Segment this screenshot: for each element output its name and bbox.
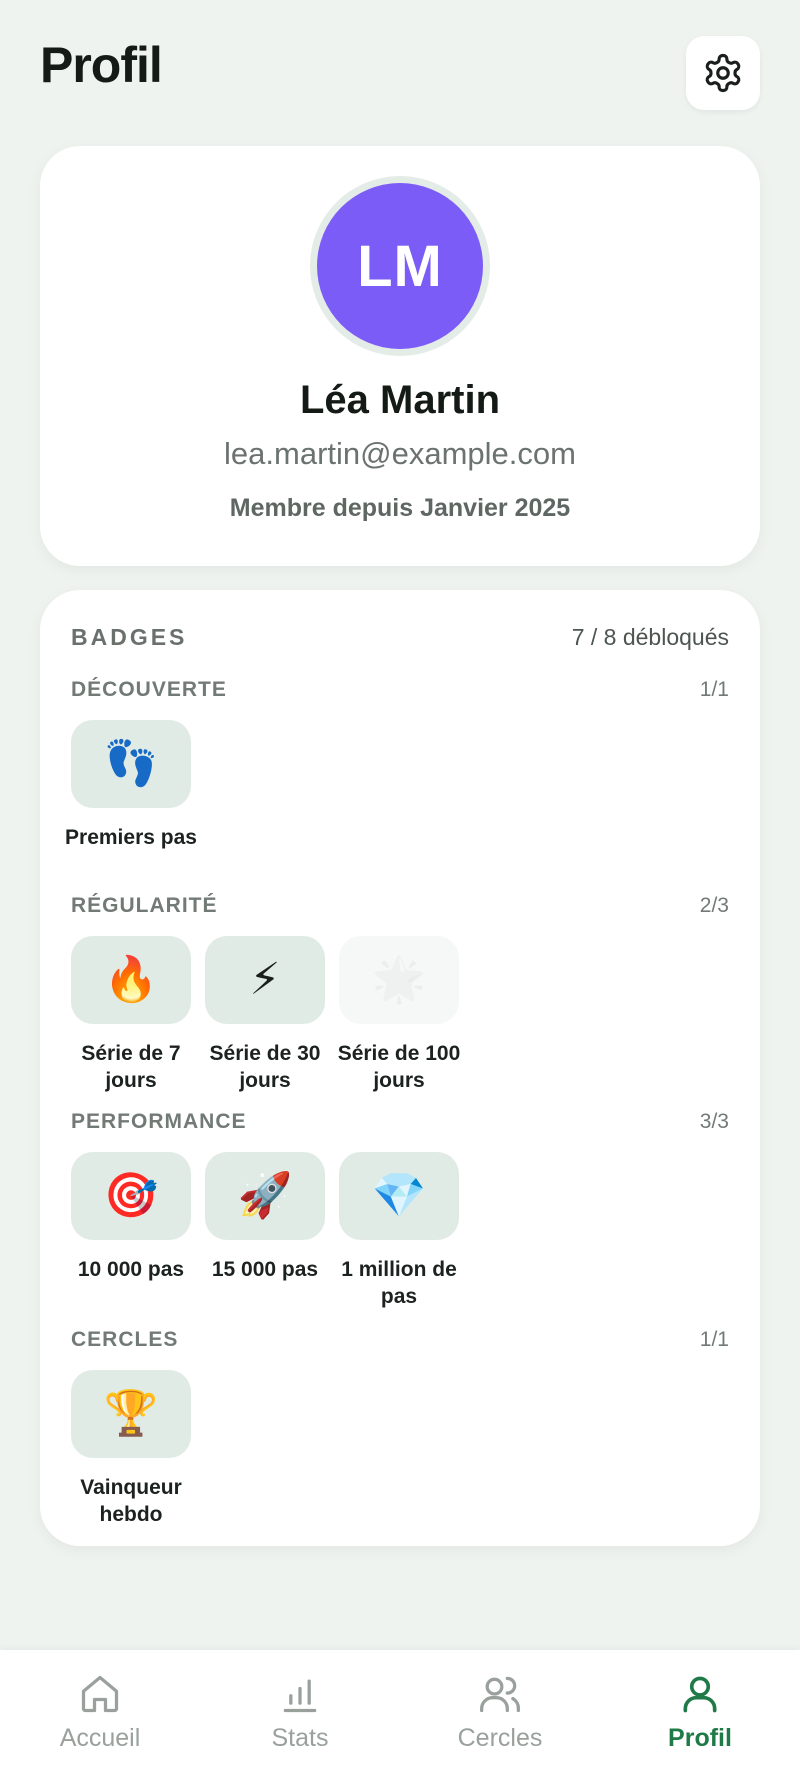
- gear-icon: [705, 53, 741, 93]
- page-title: Profil: [40, 37, 163, 93]
- profile-card: LM Léa Martin lea.martin@example.com Mem…: [40, 146, 760, 566]
- lightning-icon: ⚡: [249, 955, 281, 1004]
- avatar: LM: [317, 183, 483, 349]
- badges-card: BADGES 7 / 8 débloqués DÉCOUVERTE 1/1 👣 …: [40, 590, 760, 1546]
- diamond-icon: 💎: [371, 1171, 427, 1220]
- nav-item-profil[interactable]: Profil: [600, 1672, 800, 1753]
- nav-label: Accueil: [59, 1724, 141, 1752]
- badge-vainqueur-hebdo[interactable]: 🏆 Vainqueur hebdo: [71, 1370, 191, 1528]
- section-count: 2/3: [699, 894, 729, 917]
- badge-label: Série de 30 jours: [209, 1042, 321, 1092]
- rocket-icon: 🚀: [237, 1171, 293, 1220]
- badge-label: Vainqueur hebdo: [80, 1476, 182, 1526]
- badge-label: 15 000 pas: [211, 1258, 319, 1281]
- nav-item-stats[interactable]: Stats: [200, 1672, 400, 1753]
- section-title: RÉGULARITÉ: [71, 894, 218, 917]
- badge-serie-7-jours[interactable]: 🔥 Série de 7 jours: [71, 936, 191, 1094]
- badge-section-performance: PERFORMANCE 3/3 🎯 10 000 pas 🚀 15 000 pa…: [71, 1110, 729, 1308]
- avatar-ring: LM: [310, 176, 490, 356]
- users-icon: [480, 1676, 520, 1713]
- section-title: CERCLES: [71, 1328, 179, 1351]
- section-title: DÉCOUVERTE: [71, 678, 227, 701]
- user-name: Léa Martin: [299, 378, 501, 422]
- fire-icon: 🔥: [103, 955, 159, 1004]
- badges-count: 7 / 8 débloqués: [571, 624, 729, 650]
- member-since: Membre depuis Janvier 2025: [229, 494, 571, 522]
- nav-label: Profil: [668, 1724, 732, 1752]
- user-icon: [683, 1676, 717, 1713]
- badge-section-cercles: CERCLES 1/1 🏆 Vainqueur hebdo: [71, 1328, 729, 1526]
- nav-label: Stats: [271, 1724, 329, 1752]
- badge-label: Série de 100 jours: [337, 1042, 461, 1092]
- badge-label: 10 000 pas: [77, 1258, 185, 1281]
- badge-label: 1 million de pas: [341, 1258, 457, 1308]
- badge-10000-pas[interactable]: 🎯 10 000 pas: [71, 1152, 191, 1310]
- badge-section-decouverte: DÉCOUVERTE 1/1 👣 Premiers pas: [65, 678, 729, 849]
- badge-label: Série de 7 jours: [81, 1042, 181, 1092]
- nav-item-cercles[interactable]: Cercles: [400, 1672, 600, 1753]
- settings-button[interactable]: [686, 36, 760, 110]
- user-email: lea.martin@example.com: [224, 436, 576, 471]
- badges-title: BADGES: [71, 624, 188, 650]
- bottom-nav: Accueil Stats Cercles Profil: [0, 1650, 800, 1778]
- star-icon: 🌟: [371, 955, 427, 1004]
- section-count: 1/1: [699, 678, 729, 701]
- section-count: 1/1: [699, 1328, 729, 1351]
- section-title: PERFORMANCE: [71, 1110, 247, 1133]
- badge-label: Premiers pas: [65, 826, 197, 849]
- trophy-icon: 🏆: [103, 1389, 159, 1438]
- nav-label: Cercles: [457, 1724, 543, 1752]
- bar-chart-icon: [283, 1679, 317, 1713]
- badge-1-million-pas[interactable]: 💎 1 million de pas: [339, 1152, 459, 1310]
- home-icon: [81, 1675, 119, 1713]
- nav-item-accueil[interactable]: Accueil: [0, 1672, 200, 1753]
- badges-header: BADGES 7 / 8 débloqués: [71, 624, 729, 660]
- badge-serie-100-jours[interactable]: 🌟 Série de 100 jours: [338, 936, 460, 1094]
- target-icon: 🎯: [103, 1171, 159, 1220]
- badge-section-regularite: RÉGULARITÉ 2/3 🔥 Série de 7 jours ⚡ Séri…: [71, 894, 729, 1092]
- footprints-icon: 👣: [103, 739, 159, 788]
- badge-serie-30-jours[interactable]: ⚡ Série de 30 jours: [205, 936, 325, 1094]
- section-count: 3/3: [699, 1110, 729, 1133]
- header: Profil: [40, 36, 760, 112]
- badge-premiers-pas[interactable]: 👣 Premiers pas: [65, 720, 197, 851]
- badge-15000-pas[interactable]: 🚀 15 000 pas: [205, 1152, 325, 1310]
